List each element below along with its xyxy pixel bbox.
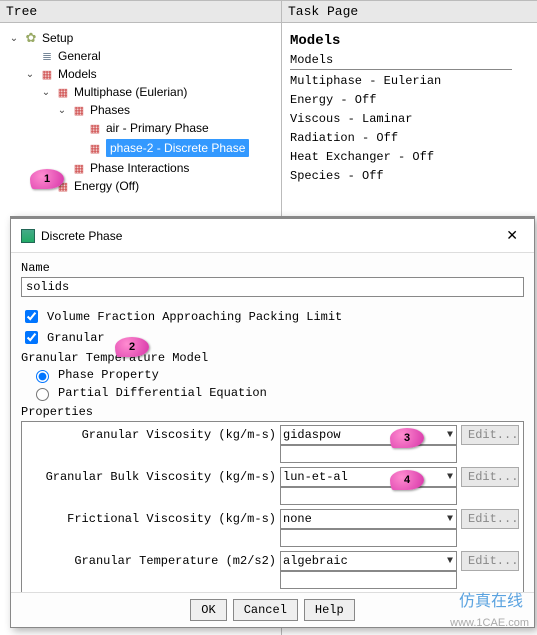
grid-icon: ▦ bbox=[56, 179, 70, 193]
properties-label: Properties bbox=[21, 405, 524, 419]
spacer bbox=[72, 142, 84, 154]
name-label: Name bbox=[21, 261, 524, 275]
close-icon[interactable]: ✕ bbox=[500, 225, 524, 246]
granular-temp-select[interactable] bbox=[280, 551, 457, 571]
chevron-down-icon[interactable]: ⌄ bbox=[40, 86, 52, 98]
phaseprop-row[interactable]: Phase Property bbox=[31, 367, 524, 383]
frictional-viscosity-select[interactable] bbox=[280, 509, 457, 529]
edit-button[interactable]: Edit... bbox=[461, 509, 519, 529]
name-input[interactable] bbox=[21, 277, 524, 297]
gear-icon: ✿ bbox=[24, 31, 38, 45]
granular-checkbox-row[interactable]: Granular bbox=[21, 328, 524, 347]
cancel-button[interactable]: Cancel bbox=[233, 599, 298, 621]
dialog-title: Discrete Phase bbox=[41, 229, 122, 243]
chevron-down-icon[interactable]: ⌄ bbox=[8, 32, 20, 44]
task-heading: Models bbox=[290, 33, 533, 49]
tree-node-multiphase[interactable]: ⌄ ▦ Multiphase (Eulerian) bbox=[4, 83, 277, 101]
granular-viscosity-value[interactable] bbox=[280, 445, 457, 463]
phaseprop-radio[interactable] bbox=[36, 370, 49, 383]
granular-viscosity-select[interactable] bbox=[280, 425, 457, 445]
dialog-icon bbox=[21, 229, 35, 243]
list-icon: ≣ bbox=[40, 49, 54, 63]
list-item[interactable]: Heat Exchanger - Off bbox=[290, 148, 529, 167]
tree-body: ⌄ ✿ Setup ≣ General ⌄ ▦ Models ⌄ ▦ Multi… bbox=[0, 23, 281, 201]
prop-label: Granular Bulk Viscosity (kg/m-s) bbox=[26, 470, 276, 484]
task-subheading: Models bbox=[290, 53, 512, 70]
list-item[interactable]: Energy - Off bbox=[290, 91, 529, 110]
vfrac-checkbox[interactable] bbox=[25, 310, 38, 323]
ok-button[interactable]: OK bbox=[190, 599, 226, 621]
chevron-down-icon[interactable]: ⌄ bbox=[24, 68, 36, 80]
tree-node-models[interactable]: ⌄ ▦ Models bbox=[4, 65, 277, 83]
granular-temp-row: Granular Temperature (m2/s2) ▼ Edit... bbox=[22, 550, 523, 572]
granular-label: Granular bbox=[47, 331, 105, 345]
phaseprop-label: Phase Property bbox=[58, 368, 159, 382]
grid-icon: ▦ bbox=[56, 85, 70, 99]
spacer bbox=[24, 50, 36, 62]
tree-label: Setup bbox=[42, 31, 73, 45]
dialog-titlebar[interactable]: Discrete Phase ✕ bbox=[11, 219, 534, 253]
task-list: Multiphase - Eulerian Energy - Off Visco… bbox=[290, 72, 529, 186]
tree-label: General bbox=[58, 49, 101, 63]
pde-radio[interactable] bbox=[36, 388, 49, 401]
task-header: Task Page bbox=[282, 1, 537, 23]
granular-viscosity-row: Granular Viscosity (kg/m-s) ▼ Edit... bbox=[22, 424, 523, 446]
prop-label: Frictional Viscosity (kg/m-s) bbox=[26, 512, 276, 526]
pde-label: Partial Differential Equation bbox=[58, 386, 267, 400]
tree-label: Phase Interactions bbox=[90, 161, 189, 175]
pde-row[interactable]: Partial Differential Equation bbox=[31, 385, 524, 401]
list-item[interactable]: Viscous - Laminar bbox=[290, 110, 529, 129]
tree-node-phases[interactable]: ⌄ ▦ Phases bbox=[4, 101, 277, 119]
granular-checkbox[interactable] bbox=[25, 331, 38, 344]
grid-icon: ▦ bbox=[72, 161, 86, 175]
grid-icon: ▦ bbox=[72, 103, 86, 117]
granular-temp-value[interactable] bbox=[280, 571, 457, 589]
grid-icon: ▦ bbox=[88, 141, 102, 155]
properties-area: Granular Viscosity (kg/m-s) ▼ Edit... Gr… bbox=[21, 421, 524, 592]
tree-label: Multiphase (Eulerian) bbox=[74, 85, 187, 99]
chevron-down-icon[interactable]: ⌄ bbox=[56, 104, 68, 116]
frictional-viscosity-value[interactable] bbox=[280, 529, 457, 547]
frictional-viscosity-row: Frictional Viscosity (kg/m-s) ▼ Edit... bbox=[22, 508, 523, 530]
gtm-label: Granular Temperature Model bbox=[21, 351, 524, 365]
tree-label: Phases bbox=[90, 103, 130, 117]
edit-button[interactable]: Edit... bbox=[461, 551, 519, 571]
edit-button[interactable]: Edit... bbox=[461, 467, 519, 487]
list-item[interactable]: Radiation - Off bbox=[290, 129, 529, 148]
spacer bbox=[56, 162, 68, 174]
prop-label: Granular Temperature (m2/s2) bbox=[26, 554, 276, 568]
tree-label: Energy (Off) bbox=[74, 179, 139, 193]
tree-label: air - Primary Phase bbox=[106, 121, 209, 135]
list-item[interactable]: Species - Off bbox=[290, 167, 529, 186]
tree-node-interactions[interactable]: ▦ Phase Interactions bbox=[4, 159, 277, 177]
spacer bbox=[40, 180, 52, 192]
tree-node-setup[interactable]: ⌄ ✿ Setup bbox=[4, 29, 277, 47]
watermark-url: www.1CAE.com bbox=[450, 617, 529, 629]
dialog-body: Name Volume Fraction Approaching Packing… bbox=[11, 253, 534, 592]
watermark-brand: 仿真在线 bbox=[459, 587, 523, 611]
grid-icon: ▦ bbox=[40, 67, 54, 81]
help-button[interactable]: Help bbox=[304, 599, 355, 621]
vfrac-checkbox-row[interactable]: Volume Fraction Approaching Packing Limi… bbox=[21, 307, 524, 326]
tree-node-energy[interactable]: ▦ Energy (Off) bbox=[4, 177, 277, 195]
tree-node-general[interactable]: ≣ General bbox=[4, 47, 277, 65]
tree-label: Models bbox=[58, 67, 97, 81]
tree-node-phase2[interactable]: ▦ phase-2 - Discrete Phase bbox=[4, 137, 277, 159]
bulk-viscosity-value[interactable] bbox=[280, 487, 457, 505]
list-item[interactable]: Multiphase - Eulerian bbox=[290, 72, 529, 91]
edit-button[interactable]: Edit... bbox=[461, 425, 519, 445]
tree-label-selected: phase-2 - Discrete Phase bbox=[106, 139, 249, 157]
grid-icon: ▦ bbox=[88, 121, 102, 135]
tree-header: Tree bbox=[0, 1, 281, 23]
bulk-viscosity-row: Granular Bulk Viscosity (kg/m-s) ▼ Edit.… bbox=[22, 466, 523, 488]
discrete-phase-dialog: Discrete Phase ✕ Name Volume Fraction Ap… bbox=[10, 216, 535, 628]
spacer bbox=[72, 122, 84, 134]
bulk-viscosity-select[interactable] bbox=[280, 467, 457, 487]
vfrac-label: Volume Fraction Approaching Packing Limi… bbox=[47, 310, 342, 324]
tree-node-air[interactable]: ▦ air - Primary Phase bbox=[4, 119, 277, 137]
prop-label: Granular Viscosity (kg/m-s) bbox=[26, 428, 276, 442]
